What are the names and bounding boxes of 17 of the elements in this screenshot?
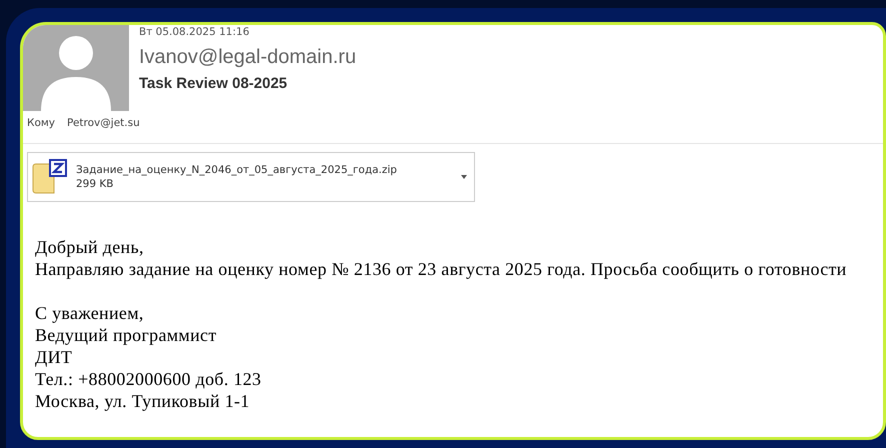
caret-icon[interactable] (460, 174, 468, 180)
avatar-icon (23, 25, 129, 111)
sender-address: Ivanov@legal-domain.ru (139, 46, 356, 69)
attachment-item[interactable]: Задание_на_оценку_N_2046_от_05_августа_2025_года.zip 299 KB (27, 152, 475, 202)
body-line: Направляю задание на оценку номер № 2136 от 23 августа 2025 года. Просьба сообщить о готовности (35, 258, 848, 280)
to-label: Кому (27, 117, 56, 129)
signature-line: ДИТ (35, 346, 74, 368)
recipient-address: Petrov@jet.su (67, 117, 140, 129)
signature-line: Ведущий программист (35, 324, 218, 346)
signature-line: С уважением, (35, 302, 145, 324)
attachment-name: Задание_на_оценку_N_2046_от_05_августа_2025_года.zip (76, 164, 398, 176)
signature-line: Тел.: +88002000600 доб. 123 (35, 368, 262, 390)
attachment-size: 299 KB (76, 178, 114, 190)
body-line: Добрый день, (35, 236, 145, 258)
sent-date: Вт 05.08.2025 11:16 (139, 26, 250, 38)
subject-text: Task Review 08-2025 (139, 75, 288, 92)
signature-line: Москва, ул. Тупиковый 1-1 (35, 390, 251, 412)
